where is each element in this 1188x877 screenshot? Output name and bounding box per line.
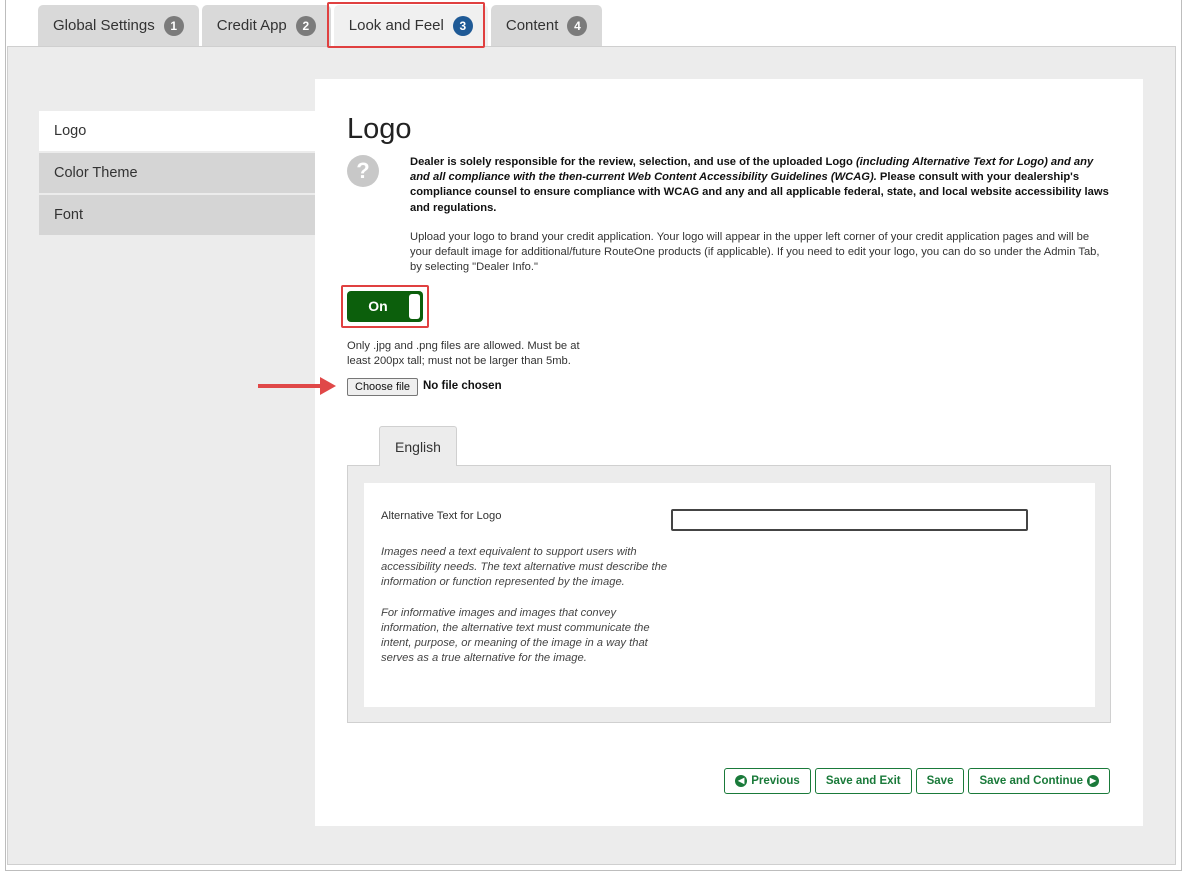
tab-label: Content [505, 17, 559, 34]
alt-text-help: Images need a text equivalent to support… [381, 545, 676, 681]
sidebar: Logo Color Theme Font [39, 111, 315, 237]
tab-label: Credit App [216, 17, 287, 34]
sidebar-item-label: Font [54, 207, 84, 223]
annotation-arrow-icon [320, 377, 336, 395]
toggle-knob [409, 294, 420, 319]
button-label: Save [926, 775, 954, 787]
step-number-badge: 3 [452, 15, 473, 36]
button-label: Previous [751, 775, 800, 787]
tab-english[interactable]: English [379, 426, 457, 466]
sidebar-item-logo[interactable]: Logo [39, 111, 315, 151]
toggle-label: On [368, 298, 388, 314]
sidebar-item-label: Logo [54, 123, 87, 139]
sidebar-item-color-theme[interactable]: Color Theme [39, 153, 315, 193]
button-label: Save and Exit [825, 775, 901, 787]
choose-file-button[interactable]: Choose file [347, 378, 419, 396]
step-number-badge: 4 [567, 15, 588, 36]
file-requirements-note: Only .jpg and .png files are allowed. Mu… [347, 340, 580, 367]
alt-text-section: Alternative Text for Logo Images need a … [364, 483, 1095, 707]
footer-actions: ◀ Previous Save and Exit Save Save and C… [724, 768, 1110, 794]
tab-label: Global Settings [53, 17, 155, 34]
tab-credit-app[interactable]: Credit App 2 [201, 5, 331, 46]
page-title: Logo [347, 113, 412, 145]
step-number-badge: 1 [163, 15, 184, 36]
file-status-text: No file chosen [423, 380, 502, 392]
sidebar-item-label: Color Theme [54, 165, 138, 181]
arrow-right-circle-icon: ▶ [1087, 775, 1099, 787]
alt-text-help-paragraph: Images need a text equivalent to support… [381, 546, 668, 589]
tab-look-and-feel[interactable]: Look and Feel 3 [333, 5, 488, 46]
sidebar-item-font[interactable]: Font [39, 195, 315, 235]
language-tab-panel: Alternative Text for Logo Images need a … [347, 465, 1111, 723]
alt-text-help-paragraph: For informative images and images that c… [381, 606, 650, 665]
save-and-exit-button[interactable]: Save and Exit [814, 768, 912, 794]
wcag-disclaimer: Dealer is solely responsible for the rev… [410, 155, 1113, 216]
step-tabs: Global Settings 1 Credit App 2 Look and … [38, 5, 605, 46]
logo-on-off-toggle[interactable]: On [347, 291, 423, 322]
tab-label: Look and Feel [348, 17, 444, 34]
tab-global-settings[interactable]: Global Settings 1 [38, 5, 199, 46]
button-label: Save and Continue [979, 775, 1083, 787]
step-number-badge: 2 [295, 15, 316, 36]
annotation-arrow-shaft [258, 384, 324, 388]
upload-instructions: Upload your logo to brand your credit ap… [410, 231, 1100, 274]
save-and-continue-button[interactable]: Save and Continue ▶ [968, 768, 1110, 794]
save-button[interactable]: Save [915, 768, 965, 794]
tab-content[interactable]: Content 4 [490, 5, 603, 46]
alt-text-label: Alternative Text for Logo [381, 510, 502, 522]
arrow-left-circle-icon: ◀ [735, 775, 748, 787]
disclaimer-text: Dealer is solely responsible for the rev… [410, 156, 856, 168]
question-icon: ? [347, 155, 379, 187]
main-panel: Logo ? Dealer is solely responsible for … [315, 79, 1143, 826]
alt-text-input[interactable] [671, 509, 1028, 531]
previous-button[interactable]: ◀ Previous [724, 768, 811, 794]
